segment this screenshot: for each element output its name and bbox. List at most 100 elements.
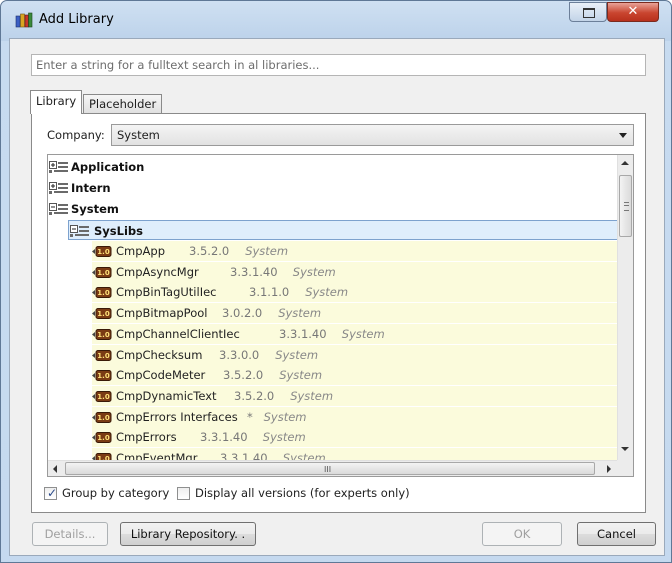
group-by-category-label: Group by category (62, 486, 170, 500)
library-name: CmpChannelClientIec (116, 326, 240, 341)
window-title: Add Library (39, 12, 114, 27)
library-icon: 1.0 (92, 287, 112, 299)
library-company: System (292, 264, 336, 279)
library-tab-panel: Company: System Application Intern Syste… (31, 113, 646, 513)
company-select[interactable]: System (111, 124, 634, 146)
library-name: CmpBinTagUtilIec (116, 285, 217, 300)
library-name: CmpAsyncMgr (116, 264, 199, 279)
svg-text:1.0: 1.0 (97, 372, 110, 380)
library-company: System (341, 326, 385, 341)
library-version: 3.3.1.40 (279, 326, 327, 341)
library-icon: 1.0 (92, 328, 112, 340)
company-label: Company: (47, 128, 105, 142)
library-version: 3.0.2.0 (222, 306, 263, 321)
scroll-up-arrow-icon[interactable] (621, 161, 629, 165)
library-company: System (262, 430, 306, 445)
tree-vertical-scrollbar[interactable] (617, 155, 633, 461)
company-selected-value: System (117, 128, 160, 142)
checkbox-box[interactable]: ✓ (44, 486, 58, 500)
library-version: 3.3.0.0 (219, 347, 260, 362)
svg-text:1.0: 1.0 (97, 414, 110, 422)
scroll-grip-label: III (324, 465, 332, 474)
tree-rows: Application Intern System SysLibs 1.0 Cm… (48, 155, 618, 461)
tree-subcategory-syslibs[interactable]: SysLibs (68, 220, 618, 240)
add-library-dialog: Add Library ✕ Library Placeholder Compan… (0, 0, 672, 563)
library-row[interactable]: 1.0 CmpApp 3.5.2.0 System (92, 241, 618, 261)
library-name: CmpBitmapPool (116, 306, 208, 321)
details-button[interactable]: Details... (32, 522, 108, 546)
expand-category-icon[interactable] (49, 182, 69, 195)
library-row[interactable]: 1.0 CmpAsyncMgr 3.3.1.40 System (92, 261, 618, 282)
library-company: System (275, 347, 319, 362)
tab-library[interactable]: Library (30, 90, 83, 114)
svg-text:1.0: 1.0 (97, 352, 110, 360)
expand-category-icon[interactable] (49, 161, 69, 174)
scroll-grip-icon (624, 202, 629, 211)
tree-subcategory-label: SysLibs (94, 224, 143, 238)
svg-text:1.0: 1.0 (97, 269, 110, 277)
collapse-category-icon[interactable] (70, 225, 90, 238)
svg-text:1.0: 1.0 (97, 331, 110, 339)
tree-category-label: System (71, 202, 119, 216)
library-icon: 1.0 (92, 370, 112, 382)
library-row[interactable]: 1.0 CmpChannelClientIec 3.3.1.40 System (92, 323, 618, 344)
tree-category-system[interactable]: System (48, 199, 618, 219)
library-tree: Application Intern System SysLibs 1.0 Cm… (47, 154, 634, 477)
library-row[interactable]: 1.0 CmpChecksum 3.3.0.0 System (92, 344, 618, 365)
library-icon: 1.0 (92, 411, 112, 423)
fulltext-search-input[interactable] (31, 54, 646, 76)
library-row[interactable]: 1.0 CmpDynamicText 3.5.2.0 System (92, 385, 618, 406)
library-row[interactable]: 1.0 CmpErrors 3.3.1.40 System (92, 427, 618, 448)
tree-category-intern[interactable]: Intern (48, 178, 618, 198)
library-row[interactable]: 1.0 CmpErrors Interfaces * System (92, 406, 618, 427)
checkbox-box[interactable] (177, 487, 190, 500)
svg-text:1.0: 1.0 (97, 393, 110, 401)
tree-category-application[interactable]: Application (48, 157, 618, 177)
tree-category-label: Application (71, 160, 145, 174)
library-version: * (247, 409, 253, 424)
restore-button[interactable] (569, 2, 607, 22)
close-icon: ✕ (627, 4, 639, 19)
library-icon: 1.0 (92, 349, 112, 361)
library-company: System (305, 285, 349, 300)
svg-text:1.0: 1.0 (97, 248, 110, 256)
tree-horizontal-scrollbar[interactable]: III (48, 460, 618, 476)
title-bar[interactable]: Add Library ✕ (1, 1, 671, 37)
library-repository-button[interactable]: Library Repository. . (120, 522, 256, 546)
checkmark-icon: ✓ (47, 486, 58, 500)
vertical-scroll-thumb[interactable] (619, 175, 632, 237)
library-icon: 1.0 (92, 266, 112, 278)
library-version: 3.5.2.0 (223, 368, 264, 383)
library-version: 3.5.2.0 (234, 388, 275, 403)
library-name: CmpCodeMeter (116, 368, 206, 383)
restore-icon (583, 8, 595, 18)
library-row[interactable]: 1.0 CmpBitmapPool 3.0.2.0 System (92, 303, 618, 324)
library-row[interactable]: 1.0 CmpBinTagUtilIec 3.1.1.0 System (92, 282, 618, 303)
library-version: 3.3.1.40 (200, 430, 248, 445)
scroll-down-arrow-icon[interactable] (621, 447, 629, 451)
tab-placeholder[interactable]: Placeholder (83, 94, 163, 114)
collapse-category-icon[interactable] (49, 203, 69, 216)
dropdown-arrow-icon (619, 133, 627, 138)
library-company: System (290, 388, 334, 403)
tree-category-label: Intern (71, 181, 111, 195)
horizontal-scroll-thumb[interactable]: III (65, 462, 595, 475)
library-row[interactable]: 1.0 CmpCodeMeter 3.5.2.0 System (92, 365, 618, 386)
library-icon: 1.0 (92, 246, 112, 257)
scroll-right-arrow-icon[interactable] (607, 465, 611, 473)
library-version: 3.1.1.0 (249, 285, 290, 300)
dialog-body: Library Placeholder Company: System Appl… (9, 38, 665, 556)
display-all-versions-label: Display all versions (for experts only) (195, 486, 410, 500)
ok-button[interactable]: OK (482, 522, 562, 546)
library-icon: 1.0 (92, 308, 112, 320)
scroll-left-arrow-icon[interactable] (53, 465, 57, 473)
svg-text:1.0: 1.0 (97, 434, 110, 442)
close-button[interactable]: ✕ (607, 2, 659, 22)
library-company: System (278, 306, 322, 321)
library-books-icon (15, 12, 33, 28)
library-name: CmpChecksum (116, 347, 203, 362)
library-icon: 1.0 (92, 432, 112, 444)
library-name: CmpErrors Interfaces (116, 409, 238, 424)
cancel-button[interactable]: Cancel (577, 522, 656, 546)
library-name: CmpDynamicText (116, 388, 217, 403)
